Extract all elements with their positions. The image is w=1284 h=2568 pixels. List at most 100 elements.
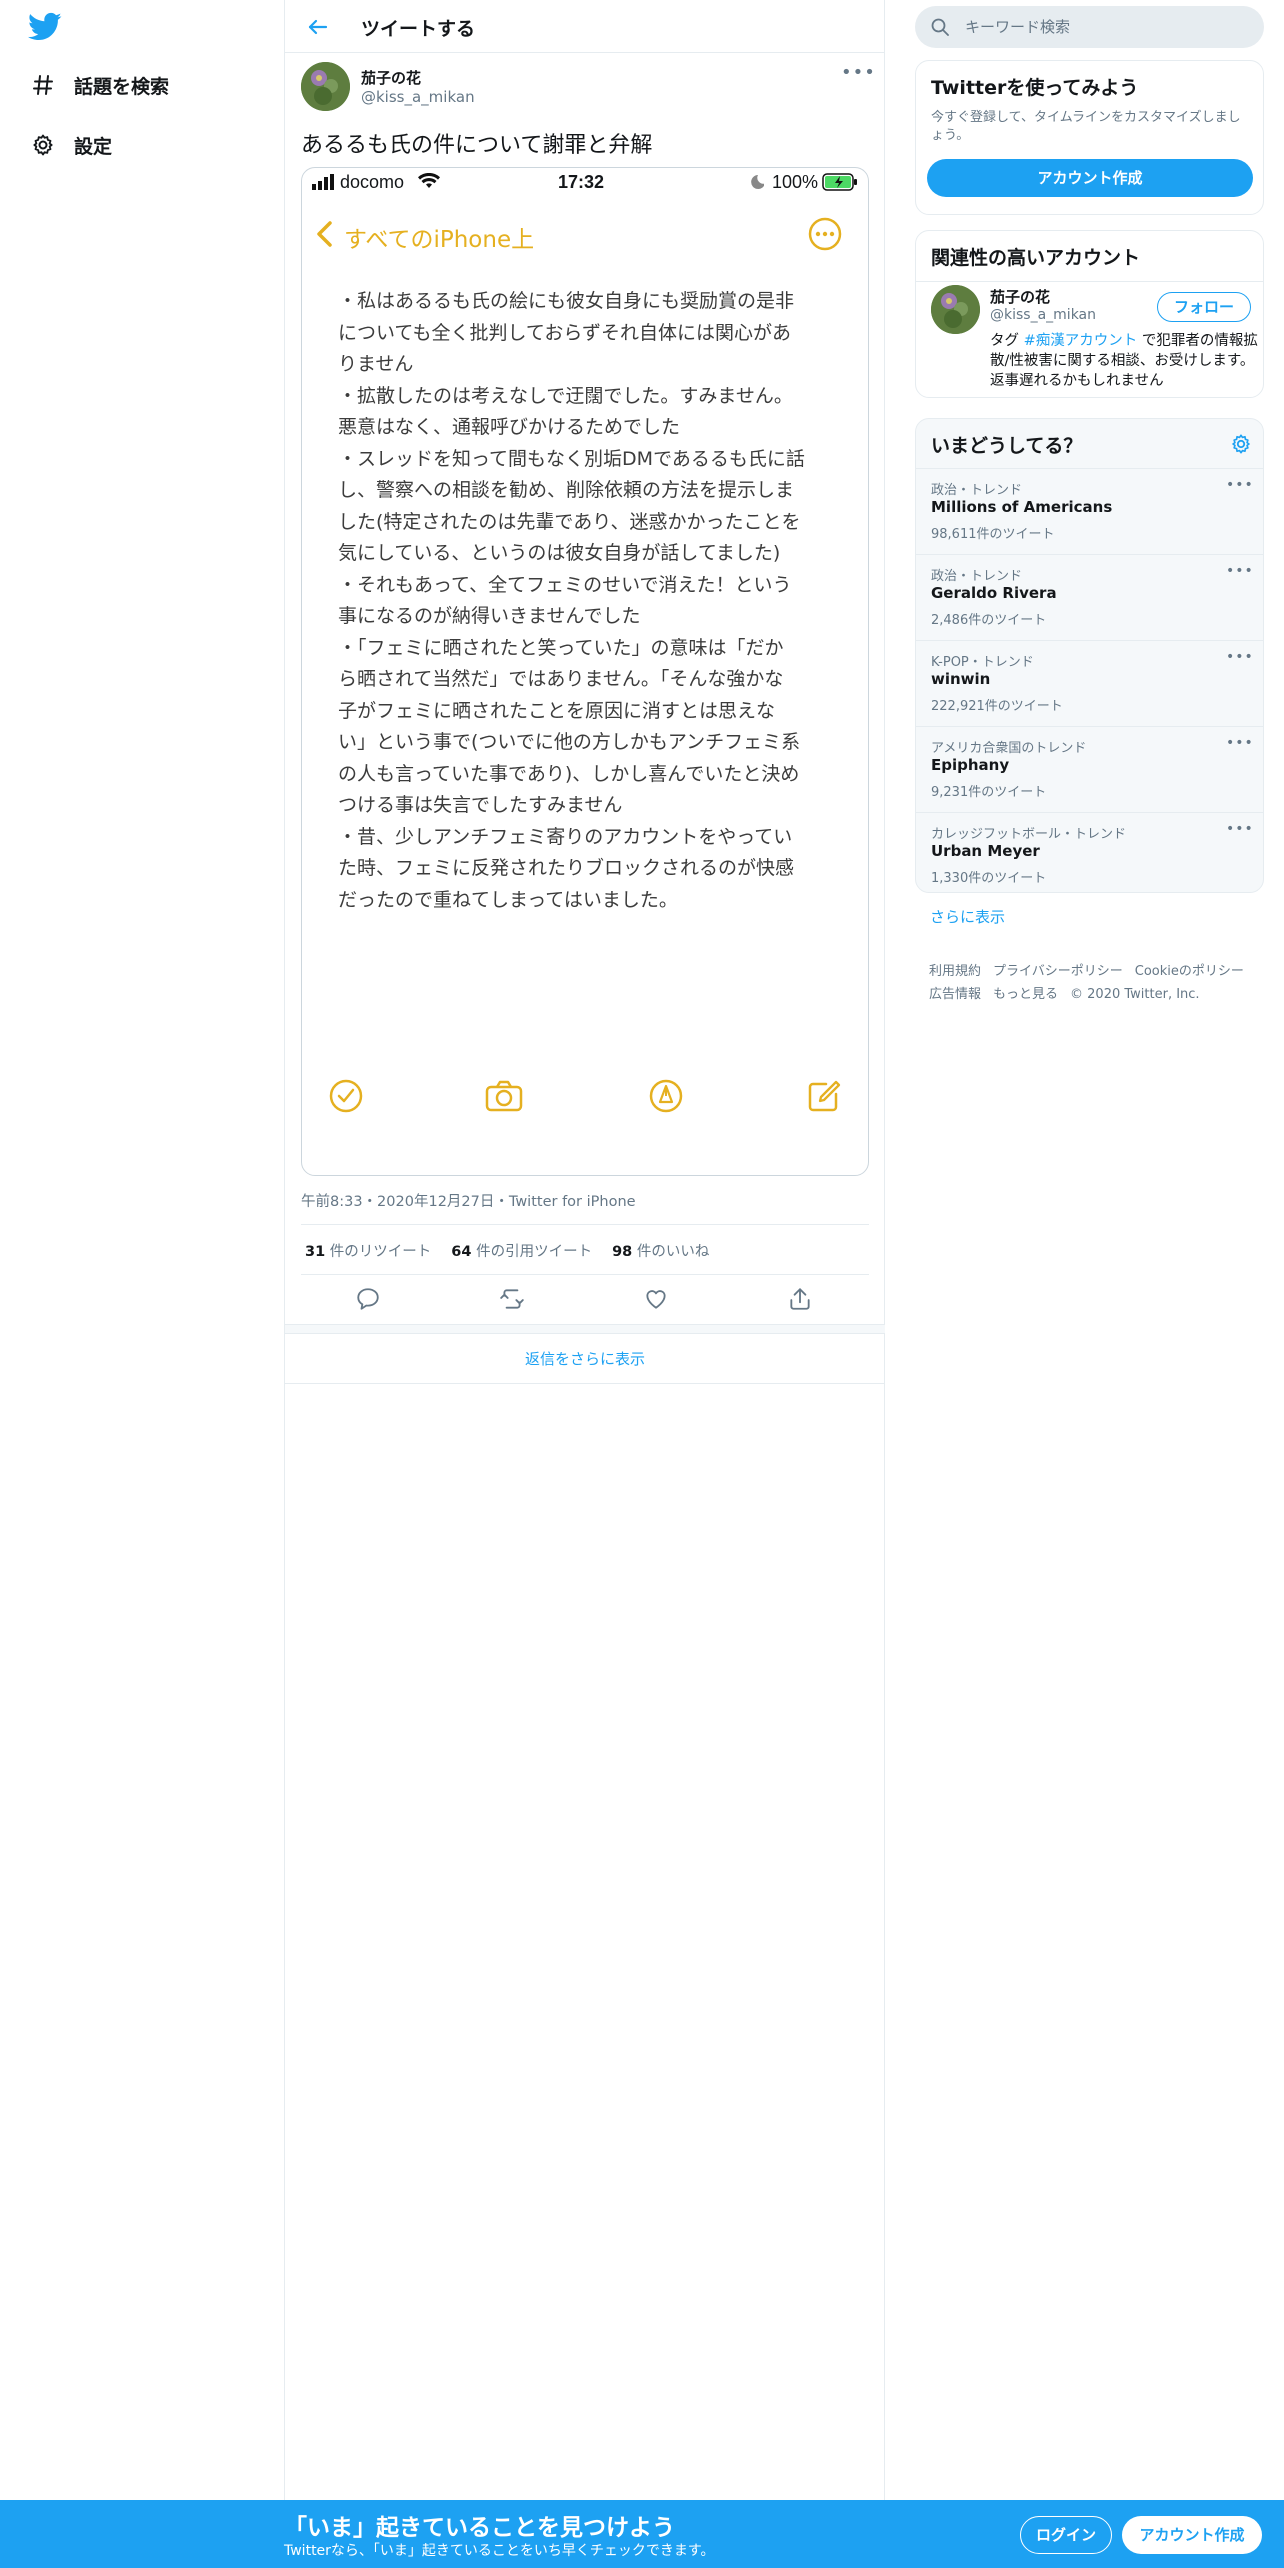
- retweet-count-number: 31: [305, 1244, 326, 1260]
- trend-count: 2,486件のツイート: [931, 613, 1047, 628]
- more-options-icon[interactable]: •••: [1226, 563, 1253, 581]
- tweet-text: あるるも氏の件について謝罪と弁解: [301, 133, 653, 158]
- related-account-name[interactable]: 茄子の花: [990, 286, 1050, 307]
- more-options-icon[interactable]: •••: [1226, 821, 1253, 839]
- share-icon[interactable]: [787, 1286, 817, 1316]
- tweet-author-handle[interactable]: @kiss_a_mikan: [361, 88, 475, 106]
- page-header: ツイートする: [285, 0, 885, 53]
- create-account-button[interactable]: アカウント作成: [927, 159, 1253, 197]
- like-icon[interactable]: [643, 1286, 673, 1316]
- notes-back-label[interactable]: すべてのiPhone上: [344, 220, 534, 254]
- trend-count: 222,921件のツイート: [931, 699, 1063, 714]
- signup-title: Twitterを使ってみよう: [931, 77, 1139, 99]
- trend-item[interactable]: アメリカ合衆国のトレンド Epiphany 9,231件のツイート •••: [916, 727, 1263, 813]
- divider: [301, 1274, 869, 1275]
- divider: [916, 281, 1263, 282]
- footer-ads-link[interactable]: 広告情報: [929, 983, 981, 1006]
- trends-title: いまどうしてる？: [931, 435, 1083, 457]
- trend-context: 政治・トレンド: [931, 483, 1023, 498]
- footer-cookies-link[interactable]: Cookieのポリシー: [1135, 960, 1244, 983]
- nav-settings-label: 設定: [74, 135, 113, 158]
- tweet-timestamp[interactable]: 午前8:33・2020年12月27日・Twitter for iPhone: [301, 1190, 636, 1211]
- camera-icon[interactable]: [484, 1078, 524, 1118]
- signup-subtitle: 今すぐ登録して、タイムラインをカスタマイズしましょう。: [931, 110, 1241, 143]
- nav-explore-label: 話題を検索: [74, 75, 170, 98]
- footer-terms-link[interactable]: 利用規約: [929, 960, 981, 983]
- trend-context: K-POP・トレンド: [931, 655, 1034, 670]
- section-divider: [285, 1324, 885, 1334]
- trend-count: 98,611件のツイート: [931, 527, 1055, 542]
- moon-icon: [748, 174, 765, 195]
- reply-icon[interactable]: [355, 1286, 385, 1316]
- signal-icon: [312, 174, 334, 195]
- divider: [301, 1224, 869, 1225]
- more-options-icon[interactable]: •••: [1226, 649, 1253, 667]
- show-more-trends-link[interactable]: さらに表示: [930, 906, 1005, 927]
- like-count-number: 98: [612, 1244, 633, 1260]
- signup-button[interactable]: アカウント作成: [1122, 2516, 1262, 2554]
- trend-item[interactable]: 政治・トレンド Geraldo Rivera 2,486件のツイート •••: [916, 555, 1263, 641]
- bottom-bar-subtitle: Twitterなら、「いま」起きていることをいち早くチェックできます。: [284, 2543, 715, 2559]
- left-navigation: 話題を検索 設定: [0, 0, 284, 2500]
- nav-settings[interactable]: 設定: [28, 125, 112, 165]
- carrier-name: docomo: [340, 172, 405, 192]
- login-button[interactable]: ログイン: [1020, 2516, 1112, 2554]
- related-account-bio: タグ #痴漢アカウント で犯罪者の情報拡散/性被害に関する相談、お受けします。返…: [990, 331, 1258, 391]
- footer-privacy-link[interactable]: プライバシーポリシー: [993, 960, 1123, 983]
- trend-name: winwin: [931, 670, 991, 688]
- gear-icon: [28, 130, 58, 160]
- avatar[interactable]: [931, 285, 980, 334]
- trend-context: アメリカ合衆国のトレンド: [931, 741, 1087, 756]
- status-time: 17:32: [558, 172, 605, 192]
- search-icon: [931, 18, 949, 36]
- more-options-icon[interactable]: •••: [1226, 735, 1253, 753]
- related-accounts-title: 関連性の高いアカウント: [931, 247, 1141, 269]
- gear-icon[interactable]: [1230, 433, 1252, 455]
- follow-button[interactable]: フォロー: [1157, 292, 1251, 322]
- tweet-image[interactable]: docomo 17:32 100% すべてのiPhone上 ・私はあるるも氏の絵…: [301, 167, 869, 1176]
- trend-name: Millions of Americans: [931, 498, 1113, 516]
- like-count-label: 件のいいね: [636, 1244, 710, 1260]
- trend-item[interactable]: 政治・トレンド Millions of Americans 98,611件のツイ…: [916, 469, 1263, 555]
- twitter-bird-icon[interactable]: [28, 12, 62, 42]
- avatar[interactable]: [301, 62, 350, 111]
- ios-status-bar: docomo 17:32 100%: [302, 168, 868, 198]
- markup-pen-icon[interactable]: [648, 1078, 688, 1118]
- compose-icon[interactable]: [806, 1078, 846, 1118]
- hashtag-icon: [28, 70, 58, 100]
- trend-item[interactable]: カレッジフットボール・トレンド Urban Meyer 1,330件のツイート …: [916, 813, 1263, 892]
- chevron-left-icon[interactable]: [314, 220, 334, 252]
- more-options-icon[interactable]: •••: [841, 64, 875, 90]
- search-box[interactable]: [915, 6, 1264, 48]
- trend-count: 1,330件のツイート: [931, 871, 1047, 886]
- retweet-count-label: 件のリツイート: [329, 1244, 432, 1260]
- ellipsis-circle-icon[interactable]: [807, 216, 843, 256]
- bio-hashtag-link[interactable]: #痴漢アカウント: [1024, 333, 1138, 349]
- footer-more-link[interactable]: もっと見る: [993, 983, 1058, 1006]
- like-count[interactable]: 98 件のいいね: [612, 1240, 709, 1261]
- battery-percent: 100%: [772, 172, 819, 192]
- show-more-replies-link[interactable]: 返信をさらに表示: [285, 1334, 885, 1384]
- related-account-handle[interactable]: @kiss_a_mikan: [990, 307, 1096, 323]
- main-column: ツイートする 茄子の花 @kiss_a_mikan ••• あるるも氏の件につい…: [284, 0, 885, 2500]
- back-arrow-icon[interactable]: [305, 14, 331, 40]
- related-accounts-card: 関連性の高いアカウント 茄子の花 @kiss_a_mikan フォロー タグ #…: [915, 230, 1264, 398]
- trend-count: 9,231件のツイート: [931, 785, 1047, 800]
- retweet-count[interactable]: 31 件のリツイート: [305, 1240, 431, 1261]
- trend-item[interactable]: K-POP・トレンド winwin 222,921件のツイート •••: [916, 641, 1263, 727]
- more-options-icon[interactable]: •••: [1226, 477, 1253, 495]
- footer-links: 利用規約 プライバシーポリシー Cookieのポリシー 広告情報 もっと見る © 202…: [929, 960, 1264, 1006]
- search-input[interactable]: [965, 6, 1245, 48]
- trend-context: カレッジフットボール・トレンド: [931, 827, 1127, 842]
- quote-count[interactable]: 64 件の引用ツイート: [451, 1240, 592, 1261]
- wifi-icon: [418, 172, 440, 194]
- checklist-icon[interactable]: [328, 1078, 368, 1118]
- nav-explore[interactable]: 話題を検索: [28, 65, 169, 105]
- quote-count-number: 64: [451, 1244, 472, 1260]
- footer-copyright: © 2020 Twitter, Inc.: [1070, 987, 1200, 1002]
- bottom-bar-title: 「いま」起きていることを見つけよう: [284, 2515, 675, 2541]
- tweet-actions: [301, 1286, 869, 1316]
- tweet-author-name[interactable]: 茄子の花: [361, 67, 421, 88]
- retweet-icon[interactable]: [499, 1286, 529, 1316]
- page-title: ツイートする: [361, 18, 476, 40]
